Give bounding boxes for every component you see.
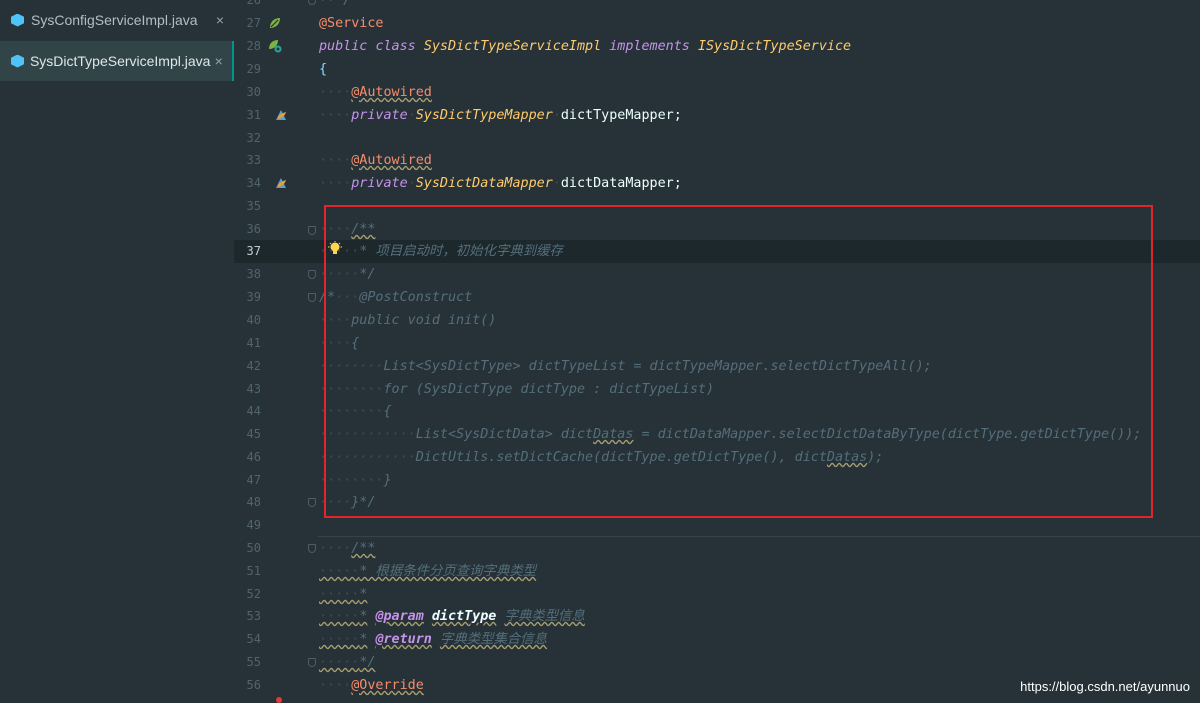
- tab-label: SysConfigServiceImpl.java: [31, 12, 198, 28]
- line-number: 39: [246, 290, 261, 304]
- implements-interface-icon[interactable]: [268, 39, 282, 53]
- code-line-27: @Service: [319, 12, 384, 35]
- annotation: @Override: [351, 678, 424, 693]
- line-number: 56: [246, 678, 261, 692]
- code-line-51: ·····* 根据条件分页查询字典类型: [319, 564, 537, 579]
- java-class-icon: [11, 14, 24, 27]
- fold-marker-icon[interactable]: [308, 293, 316, 302]
- annotation: @Service: [319, 16, 384, 31]
- field-name: dictDataMapper;: [560, 176, 682, 191]
- keyword: class: [375, 39, 416, 54]
- code-line-50: ····/**: [319, 541, 376, 556]
- line-number: 28: [246, 39, 261, 53]
- field-name: dictTypeMapper;: [560, 108, 682, 123]
- line-number: 54: [246, 632, 261, 646]
- line-number: 30: [246, 85, 261, 99]
- type-name: SysDictDataMapper: [415, 176, 553, 191]
- line-number: 38: [246, 267, 261, 281]
- javadoc-star: *: [359, 632, 368, 647]
- tab-sysconfigserviceimpl[interactable]: SysConfigServiceImpl.java ×: [0, 0, 234, 40]
- javadoc: 字典类型集合信息: [439, 632, 548, 647]
- autowired-navigation-icon[interactable]: [274, 176, 288, 190]
- line-number: 48: [246, 495, 261, 509]
- fold-marker-icon[interactable]: [308, 498, 316, 507]
- javadoc-tag: @return: [375, 632, 432, 647]
- code-line-30: ····@Autowired: [319, 85, 432, 100]
- line-number: 36: [246, 222, 261, 236]
- javadoc: 字典类型信息: [504, 609, 585, 624]
- line-number: 52: [246, 587, 261, 601]
- type-name: SysDictTypeMapper: [415, 108, 553, 123]
- line-number: 29: [246, 62, 261, 76]
- fold-marker-icon[interactable]: [308, 226, 316, 235]
- code-line-52: ·····*: [319, 587, 368, 602]
- tab-label: SysDictTypeServiceImpl.java: [29, 53, 211, 69]
- code-line-33: ····@Autowired: [319, 153, 432, 168]
- line-number: 33: [246, 153, 261, 167]
- fold-marker-icon[interactable]: [308, 270, 316, 279]
- code-line-54: ·····* @return 字典类型集合信息: [319, 632, 548, 647]
- highlight-box: [324, 205, 1153, 518]
- line-number: 41: [246, 336, 261, 350]
- annotation: @Autowired: [351, 85, 432, 100]
- javadoc: * 根据条件分页查询字典类型: [359, 564, 537, 579]
- line-number: 32: [246, 131, 261, 145]
- ide-window: SysConfigServiceImpl.java × SysDictTypeS…: [0, 0, 1200, 703]
- line-number: 35: [246, 199, 261, 213]
- line-number: 46: [246, 450, 261, 464]
- java-class-icon: [11, 55, 23, 68]
- annotation: @Autowired: [351, 153, 432, 168]
- line-number: 34: [246, 176, 261, 190]
- line-number: 53: [246, 609, 261, 623]
- code-line-26: ··*/: [319, 0, 352, 8]
- code-line-56: ····@Override: [319, 678, 424, 693]
- line-number: 51: [246, 564, 261, 578]
- code-line-31: ····private·SysDictTypeMapper·dictTypeMa…: [319, 108, 682, 123]
- line-number: 26: [246, 0, 261, 7]
- line-number: 49: [246, 518, 261, 532]
- line-number: 43: [246, 382, 261, 396]
- code-line-55: ·····*/: [319, 655, 376, 670]
- keyword: private: [351, 108, 408, 123]
- javadoc-star: *: [359, 609, 368, 624]
- code-line-53: ·····* @param dictType 字典类型信息: [319, 609, 585, 624]
- javadoc: */: [359, 655, 376, 670]
- code-line-29: {: [319, 58, 327, 81]
- close-icon[interactable]: ×: [210, 53, 227, 69]
- watermark: https://blog.csdn.net/ayunnuo: [1020, 679, 1190, 694]
- close-icon[interactable]: ×: [211, 12, 229, 28]
- spring-bean-icon[interactable]: [268, 16, 282, 30]
- fold-marker-icon[interactable]: [308, 544, 316, 553]
- line-number: 42: [246, 359, 261, 373]
- javadoc-param-name: dictType: [431, 609, 497, 624]
- editor-tab-list: SysConfigServiceImpl.java × SysDictTypeS…: [0, 0, 235, 703]
- javadoc: /**: [351, 541, 376, 556]
- breakpoint-marker-icon[interactable]: [276, 697, 282, 703]
- interface-name: ISysDictTypeService: [697, 39, 852, 54]
- line-number-current: 37: [246, 244, 261, 258]
- code-line-34: ····private·SysDictDataMapper·dictDataMa…: [319, 176, 682, 191]
- autowired-navigation-icon[interactable]: [274, 108, 288, 122]
- line-number: 44: [246, 404, 261, 418]
- fold-marker-icon[interactable]: [308, 658, 316, 667]
- code-line-28: public class SysDictTypeServiceImpl impl…: [319, 35, 851, 58]
- keyword: private: [351, 176, 408, 191]
- keyword: public: [319, 39, 368, 54]
- class-name: SysDictTypeServiceImpl: [423, 39, 602, 54]
- line-number: 47: [246, 473, 261, 487]
- line-number: 50: [246, 541, 261, 555]
- line-number: 55: [246, 655, 261, 669]
- tab-sysdicttypeserviceimpl[interactable]: SysDictTypeServiceImpl.java ×: [0, 41, 234, 81]
- line-number: 45: [246, 427, 261, 441]
- line-number: 40: [246, 313, 261, 327]
- line-number: 27: [246, 16, 261, 30]
- javadoc-tag: @param: [375, 609, 424, 624]
- brace: {: [319, 62, 328, 77]
- method-separator: [318, 536, 1200, 537]
- keyword: implements: [609, 39, 690, 54]
- javadoc: *: [359, 587, 368, 602]
- line-number: 31: [246, 108, 261, 122]
